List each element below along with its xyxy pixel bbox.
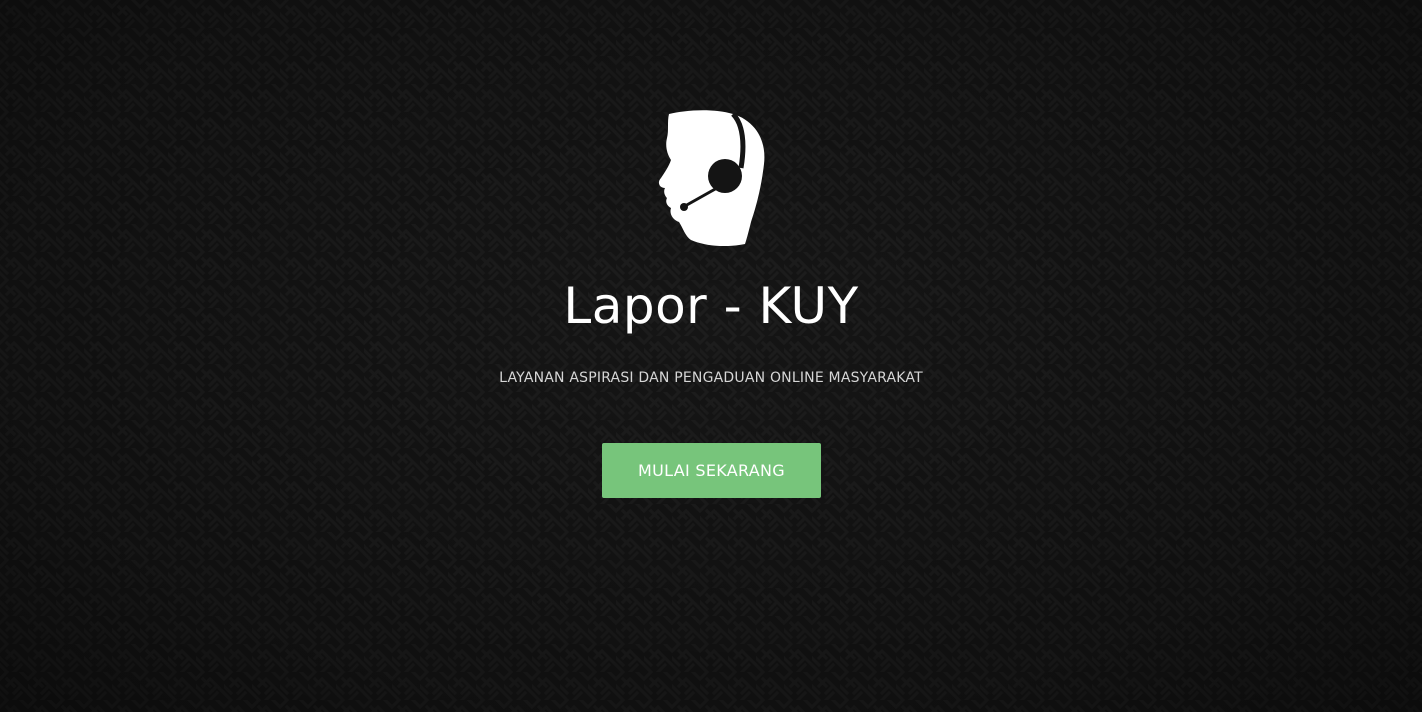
hero-section: Lapor - KUY LAYANAN ASPIRASI DAN PENGADU… <box>0 0 1422 712</box>
customer-service-headset-icon <box>655 110 767 247</box>
page-title: Lapor - KUY <box>563 277 859 335</box>
start-now-button[interactable]: MULAI SEKARANG <box>602 443 821 498</box>
page-subtitle: LAYANAN ASPIRASI DAN PENGADUAN ONLINE MA… <box>499 370 923 386</box>
